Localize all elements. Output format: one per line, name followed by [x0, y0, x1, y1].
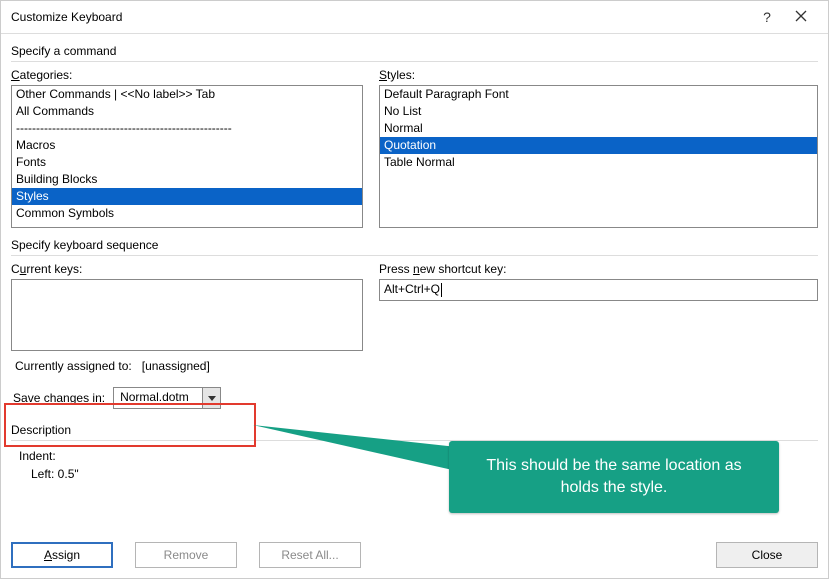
list-item[interactable]: Styles	[12, 188, 362, 205]
button-bar: Assign Remove Reset All... Close	[11, 542, 818, 568]
close-button[interactable]: Close	[716, 542, 818, 568]
callout-arrow	[253, 413, 457, 475]
list-item[interactable]: Building Blocks	[12, 171, 362, 188]
callout-bubble: This should be the same location as hold…	[449, 441, 779, 513]
window-title: Customize Keyboard	[11, 10, 750, 24]
close-window-button[interactable]	[784, 9, 818, 25]
current-keys-listbox[interactable]	[11, 279, 363, 351]
list-item[interactable]: Other Commands | <<No label>> Tab	[12, 86, 362, 103]
currently-assigned: Currently assigned to: [unassigned]	[15, 359, 818, 373]
styles-label: Styles:	[379, 68, 818, 82]
specify-command-label: Specify a command	[11, 44, 818, 58]
press-new-label: Press new shortcut key:	[379, 262, 818, 276]
save-changes-label: Save changes in:	[13, 391, 105, 405]
assign-button[interactable]: Assign	[11, 542, 113, 568]
list-item[interactable]: Common Symbols	[12, 205, 362, 222]
categories-listbox[interactable]: Other Commands | <<No label>> TabAll Com…	[11, 85, 363, 228]
styles-listbox[interactable]: Default Paragraph FontNo ListNormalQuota…	[379, 85, 818, 228]
chevron-down-icon[interactable]	[202, 388, 220, 408]
current-keys-label: Current keys:	[11, 262, 363, 276]
callout-text-line2: holds the style.	[473, 477, 755, 499]
list-item[interactable]: Table Normal	[380, 154, 817, 171]
help-button[interactable]: ?	[750, 9, 784, 25]
titlebar: Customize Keyboard ?	[1, 1, 828, 34]
divider	[11, 255, 818, 256]
reset-all-button[interactable]: Reset All...	[259, 542, 361, 568]
callout-text-line1: This should be the same location as	[473, 455, 755, 477]
list-item[interactable]: All Commands	[12, 103, 362, 120]
specify-sequence-label: Specify keyboard sequence	[11, 238, 818, 252]
list-item[interactable]: Default Paragraph Font	[380, 86, 817, 103]
list-item[interactable]: Fonts	[12, 154, 362, 171]
new-shortcut-input[interactable]: Alt+Ctrl+Q	[379, 279, 818, 301]
divider	[11, 61, 818, 62]
save-changes-row: Save changes in: Normal.dotm	[11, 383, 231, 413]
list-item[interactable]: ----------------------------------------…	[12, 120, 362, 137]
list-item[interactable]: Macros	[12, 137, 362, 154]
remove-button[interactable]: Remove	[135, 542, 237, 568]
list-item[interactable]: Normal	[380, 120, 817, 137]
save-changes-dropdown[interactable]: Normal.dotm	[113, 387, 221, 409]
categories-label: Categories:	[11, 68, 363, 82]
save-changes-value: Normal.dotm	[114, 388, 202, 408]
list-item[interactable]: No List	[380, 103, 817, 120]
list-item[interactable]: Quotation	[380, 137, 817, 154]
